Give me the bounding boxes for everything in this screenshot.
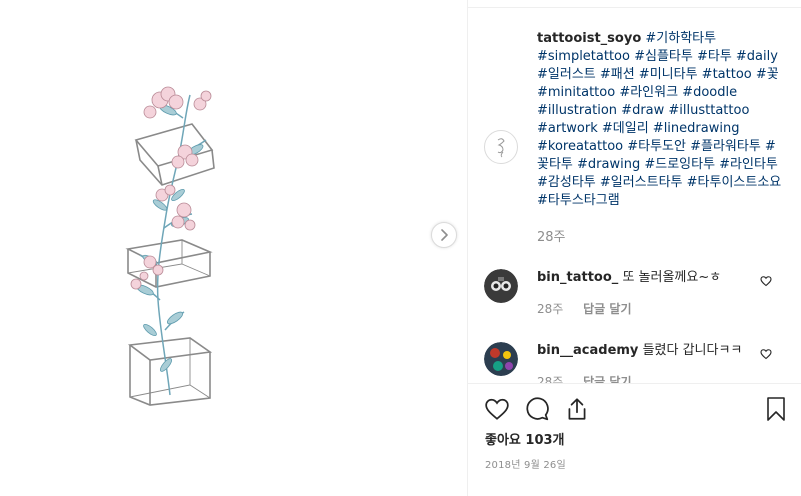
chevron-right-icon [441, 229, 448, 241]
like-count[interactable]: 좋아요 103개 [485, 429, 565, 448]
comment-text: bin__academy 들렸다 갑니다ㅋㅋ [537, 342, 742, 360]
commenter-avatar[interactable] [484, 342, 518, 376]
heart-icon[interactable] [484, 396, 510, 422]
tattoo-drawing [125, 86, 215, 406]
post-date[interactable]: 2018년 9월 26일 [485, 456, 566, 471]
reply-button[interactable]: 답글 달기 [583, 302, 631, 316]
share-icon[interactable] [564, 396, 590, 422]
reply-button[interactable]: 답글 달기 [583, 375, 631, 383]
comment-timestamp[interactable]: 28주 [537, 375, 563, 383]
caption-timestamp[interactable]: 28주 [537, 226, 566, 245]
heart-icon[interactable] [760, 348, 772, 360]
post-side-panel: tattooist_soyo #기하학타투 #simpletattoo #심플타… [467, 0, 801, 496]
comment-item: bin_tattoo_ 또 놀러올께요~ㅎ 28주 답글 달기 [468, 265, 801, 325]
post-caption: tattooist_soyo #기하학타투 #simpletattoo #심플타… [537, 30, 787, 210]
actions-divider [468, 383, 801, 384]
post-media [0, 0, 467, 496]
comment-text: bin_tattoo_ 또 놀러올께요~ㅎ [537, 269, 721, 287]
caption-username[interactable]: tattooist_soyo [537, 31, 641, 46]
comments-list[interactable]: tattooist_soyo #기하학타투 #simpletattoo #심플타… [468, 8, 801, 383]
heart-icon[interactable] [760, 275, 772, 287]
avatar-logo-icon [497, 138, 505, 158]
comment-meta: 28주 답글 달기 [537, 300, 631, 317]
comment-meta: 28주 답글 달기 [537, 373, 631, 383]
comment-body: 들렸다 갑니다ㅋㅋ [642, 343, 743, 358]
commenter-avatar[interactable] [484, 269, 518, 303]
caption-hashtags[interactable]: #기하학타투 #simpletattoo #심플타투 #타투 #daily #일… [537, 31, 781, 208]
comment-icon[interactable] [524, 396, 550, 422]
comment-timestamp[interactable]: 28주 [537, 302, 563, 316]
comment-username[interactable]: bin_tattoo_ [537, 270, 618, 285]
bookmark-icon[interactable] [764, 396, 788, 422]
comment-item: bin__academy 들렸다 갑니다ㅋㅋ 28주 답글 달기 [468, 338, 801, 383]
comment-username[interactable]: bin__academy [537, 343, 638, 358]
next-image-button[interactable] [431, 222, 457, 248]
comment-body: 또 놀러올께요~ㅎ [622, 270, 722, 285]
owner-avatar[interactable] [484, 130, 518, 164]
